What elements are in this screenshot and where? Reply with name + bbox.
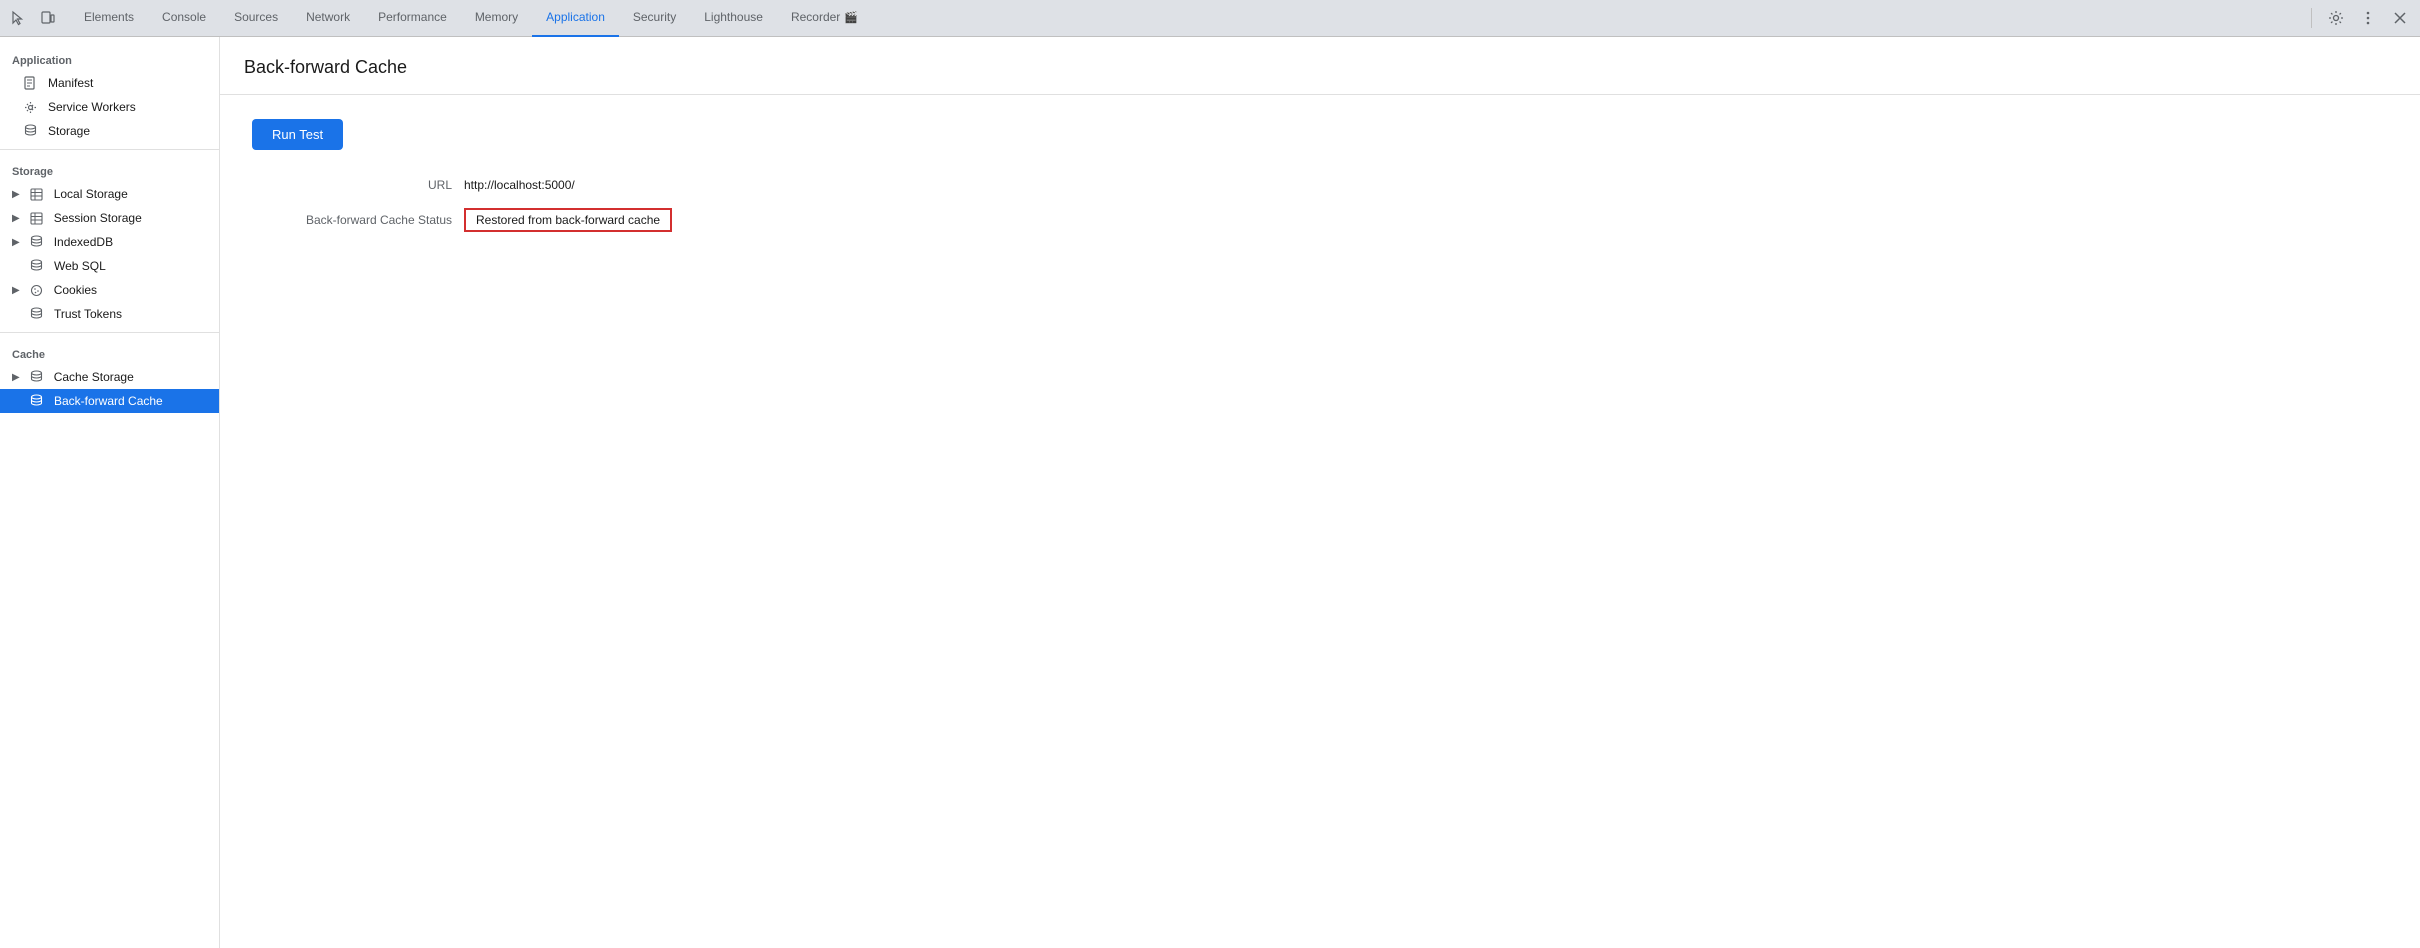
tab-security[interactable]: Security bbox=[619, 0, 690, 37]
cache-storage-label: Cache Storage bbox=[54, 370, 134, 384]
tab-memory[interactable]: Memory bbox=[461, 0, 532, 37]
session-storage-label: Session Storage bbox=[54, 211, 142, 225]
devtools-icons bbox=[8, 8, 58, 28]
page-title: Back-forward Cache bbox=[244, 57, 2396, 78]
sidebar-item-back-forward-cache[interactable]: Back-forward Cache bbox=[0, 389, 219, 413]
indexeddb-label: IndexedDB bbox=[54, 235, 113, 249]
tab-sources[interactable]: Sources bbox=[220, 0, 292, 37]
sidebar-item-cookies[interactable]: ▶ Cookies bbox=[0, 278, 219, 302]
database-icon-cache bbox=[30, 370, 46, 384]
tab-recorder[interactable]: Recorder 🎬 bbox=[777, 0, 872, 37]
local-storage-label: Local Storage bbox=[54, 187, 128, 201]
sidebar-item-cache-storage[interactable]: ▶ Cache Storage bbox=[0, 365, 219, 389]
toolbar-right bbox=[2307, 6, 2412, 30]
gear-icon bbox=[24, 101, 40, 114]
content-area: Back-forward Cache Run Test URL http://l… bbox=[220, 37, 2420, 948]
expand-cookies-icon[interactable]: ▶ bbox=[12, 285, 20, 296]
cookies-label: Cookies bbox=[54, 283, 97, 297]
sidebar: Application Manifest Service Workers bbox=[0, 37, 220, 948]
sidebar-section-storage: Storage bbox=[0, 156, 219, 182]
cache-status-label: Back-forward Cache Status bbox=[252, 213, 452, 227]
tab-lighthouse[interactable]: Lighthouse bbox=[690, 0, 777, 37]
device-icon[interactable] bbox=[38, 8, 58, 28]
close-icon[interactable] bbox=[2388, 6, 2412, 30]
url-label: URL bbox=[252, 178, 452, 192]
cursor-icon[interactable] bbox=[8, 8, 28, 28]
tab-bar: Elements Console Sources Network Perform… bbox=[0, 0, 2420, 37]
content-header: Back-forward Cache bbox=[220, 37, 2420, 95]
tab-performance[interactable]: Performance bbox=[364, 0, 461, 37]
database-icon-indexed bbox=[30, 235, 46, 249]
sidebar-item-service-workers[interactable]: Service Workers bbox=[0, 95, 219, 119]
toolbar-divider bbox=[2311, 8, 2312, 28]
content-body: Run Test URL http://localhost:5000/ Back… bbox=[220, 95, 2420, 272]
cache-status-row: Back-forward Cache Status Restored from … bbox=[252, 208, 2388, 232]
expand-indexeddb-icon[interactable]: ▶ bbox=[12, 237, 20, 248]
tab-application[interactable]: Application bbox=[532, 0, 619, 37]
url-value: http://localhost:5000/ bbox=[464, 178, 575, 192]
sidebar-section-application: Application bbox=[0, 45, 219, 71]
expand-session-storage-icon[interactable]: ▶ bbox=[12, 213, 20, 224]
sidebar-item-local-storage[interactable]: ▶ Local Storage bbox=[0, 182, 219, 206]
expand-local-storage-icon[interactable]: ▶ bbox=[12, 189, 20, 200]
table-icon-session bbox=[30, 212, 46, 225]
cookie-icon bbox=[30, 284, 46, 297]
tab-network[interactable]: Network bbox=[292, 0, 364, 37]
main-layout: Application Manifest Service Workers bbox=[0, 37, 2420, 948]
expand-cache-storage-icon[interactable]: ▶ bbox=[12, 372, 20, 383]
back-forward-cache-label: Back-forward Cache bbox=[54, 394, 163, 408]
tab-console[interactable]: Console bbox=[148, 0, 220, 37]
database-icon-bfc bbox=[30, 394, 46, 408]
tab-elements[interactable]: Elements bbox=[70, 0, 148, 37]
sidebar-item-session-storage[interactable]: ▶ Session Storage bbox=[0, 206, 219, 230]
run-test-button[interactable]: Run Test bbox=[252, 119, 343, 150]
sidebar-section-cache: Cache bbox=[0, 339, 219, 365]
database-icon-websql bbox=[30, 259, 46, 273]
sidebar-item-trust-tokens[interactable]: Trust Tokens bbox=[0, 302, 219, 326]
divider-2 bbox=[0, 332, 219, 333]
more-icon[interactable] bbox=[2356, 6, 2380, 30]
service-workers-label: Service Workers bbox=[48, 100, 136, 114]
sidebar-item-indexeddb[interactable]: ▶ IndexedDB bbox=[0, 230, 219, 254]
sidebar-item-manifest[interactable]: Manifest bbox=[0, 71, 219, 95]
settings-icon[interactable] bbox=[2324, 6, 2348, 30]
database-icon-trust bbox=[30, 307, 46, 321]
trust-tokens-label: Trust Tokens bbox=[54, 307, 122, 321]
cache-status-value: Restored from back-forward cache bbox=[464, 208, 672, 232]
url-row: URL http://localhost:5000/ bbox=[252, 178, 2388, 192]
manifest-label: Manifest bbox=[48, 76, 93, 90]
divider-1 bbox=[0, 149, 219, 150]
database-icon-storage bbox=[24, 124, 40, 138]
storage-label: Storage bbox=[48, 124, 90, 138]
sidebar-item-storage[interactable]: Storage bbox=[0, 119, 219, 143]
file-icon bbox=[24, 76, 40, 90]
table-icon-local bbox=[30, 188, 46, 201]
sidebar-item-web-sql[interactable]: Web SQL bbox=[0, 254, 219, 278]
web-sql-label: Web SQL bbox=[54, 259, 106, 273]
